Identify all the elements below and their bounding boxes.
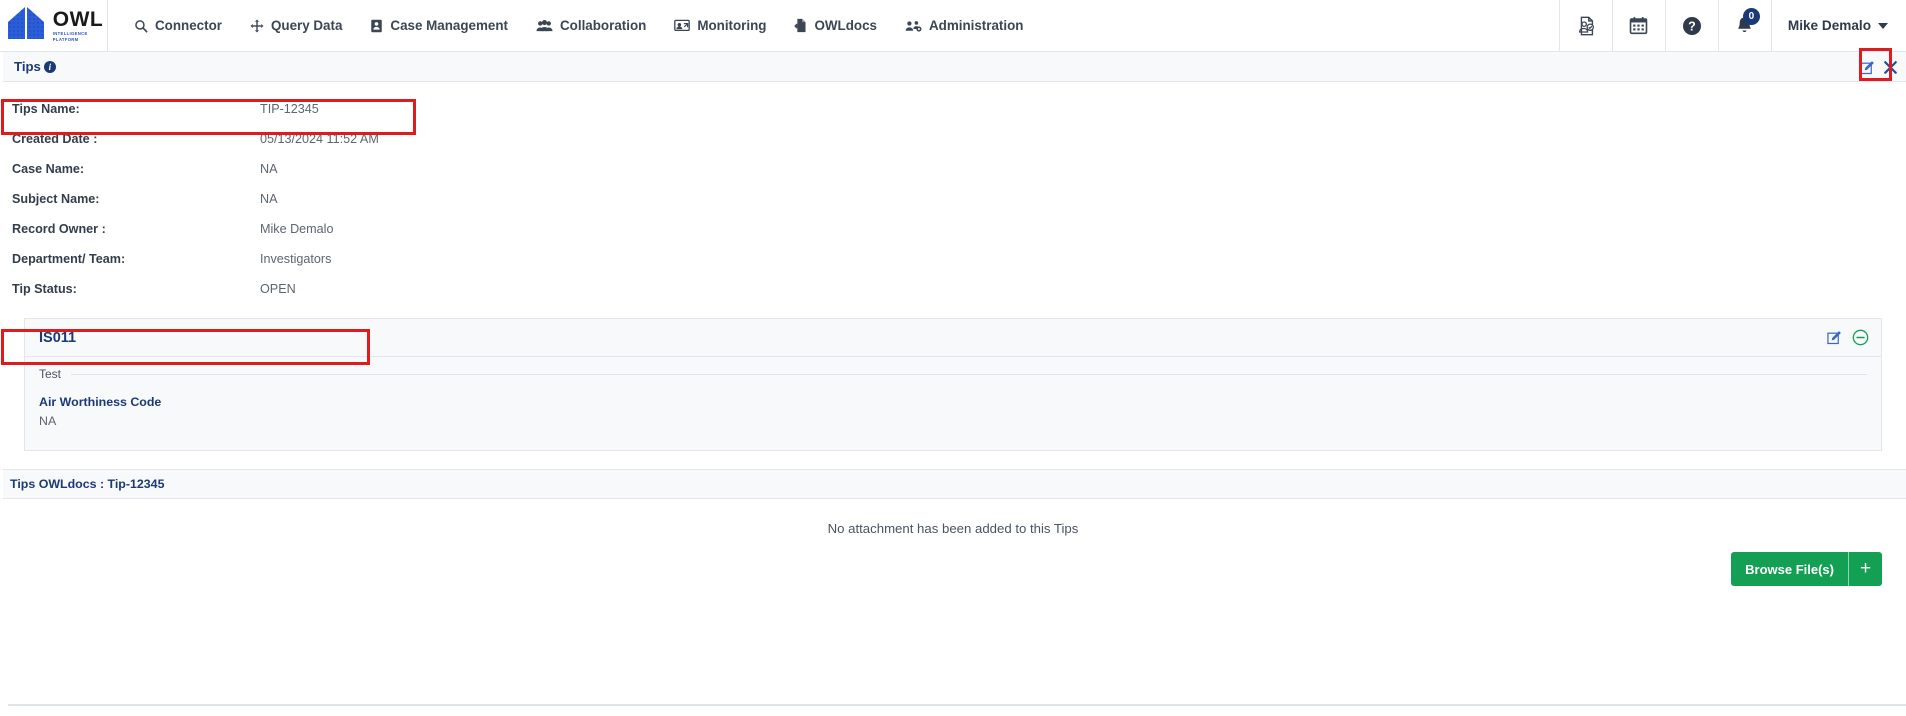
brand-tagline-2: PLATFORM <box>52 37 79 42</box>
search-icon <box>134 19 148 33</box>
owldocs-title[interactable]: Tips OWLdocs : Tip-12345 <box>10 477 164 491</box>
owldocs-section-header: Tips OWLdocs : Tip-12345 <box>0 469 1906 499</box>
field-row-record-owner: Record Owner : Mike Demalo <box>0 214 1906 244</box>
nav-item-collaboration[interactable]: Collaboration <box>522 0 660 52</box>
field-row-department-team: Department/ Team: Investigators <box>0 244 1906 274</box>
file-upload-icon <box>794 18 807 33</box>
field-value: Mike Demalo <box>260 222 334 236</box>
left-edge-strip <box>0 52 3 716</box>
field-label: Tips Name: <box>12 102 80 116</box>
brand-name: OWL <box>52 7 104 31</box>
field-row-created-date: Created Date : 05/13/2024 11:52 AM <box>0 124 1906 154</box>
nav-label: Case Management <box>390 18 509 33</box>
user-menu[interactable]: Mike Demalo <box>1770 0 1906 51</box>
nav-item-case-management[interactable]: Case Management <box>356 0 522 52</box>
svg-text:?: ? <box>1688 19 1696 33</box>
field-row-tips-name: Tips Name: TIP-12345 <box>0 94 1906 124</box>
move-arrows-icon <box>250 19 264 33</box>
chevron-down-icon <box>1878 22 1888 29</box>
field-value: NA <box>260 192 278 206</box>
field-label: Case Name: <box>12 162 85 176</box>
page-title: Tips i <box>14 59 56 74</box>
attribute-value: NA <box>39 414 57 428</box>
notification-bell-icon[interactable]: 0 <box>1717 0 1771 51</box>
field-value: 05/13/2024 11:52 AM <box>260 132 379 146</box>
brand-logo[interactable]: OWL INTELLIGENCE PLATFORM <box>0 0 108 51</box>
nav-item-monitoring[interactable]: Monitoring <box>660 0 780 52</box>
field-value: OPEN <box>260 282 296 296</box>
audit-report-icon[interactable] <box>1558 0 1612 51</box>
field-row-case-name: Case Name: NA <box>0 154 1906 184</box>
bottom-divider <box>8 704 1906 706</box>
nav-label: Collaboration <box>560 18 647 33</box>
nav-label: OWLdocs <box>814 18 877 33</box>
field-row-subject-name: Subject Name: NA <box>0 184 1906 214</box>
owl-building-logo-icon <box>4 5 48 46</box>
field-value: NA <box>260 162 278 176</box>
nav-item-connector[interactable]: Connector <box>120 0 236 52</box>
nav-item-owldocs[interactable]: OWLdocs <box>780 0 891 52</box>
tips-detail-page: OWL INTELLIGENCE PLATFORM Connector Quer… <box>0 0 1906 716</box>
attribute-name: Air Worthiness Code <box>39 395 162 409</box>
calendar-icon[interactable] <box>1611 0 1665 51</box>
card-header: IS011 <box>25 319 1881 357</box>
intelligence-source-card: IS011 Test Air Worthiness Code NA <box>24 318 1882 451</box>
field-label: Record Owner : <box>12 222 106 236</box>
minus-circle-icon[interactable] <box>1852 329 1869 346</box>
notification-count-badge: 0 <box>1742 8 1760 25</box>
plus-icon[interactable]: + <box>1848 552 1882 586</box>
help-circle-icon[interactable]: ? <box>1664 0 1718 51</box>
edit-tips-button[interactable] <box>1860 60 1875 75</box>
close-x-icon[interactable] <box>1883 60 1898 75</box>
info-circle-icon[interactable]: i <box>43 60 56 73</box>
field-label: Subject Name: <box>12 192 100 206</box>
nav-label: Query Data <box>270 18 343 33</box>
tips-title-text: Tips <box>14 59 41 74</box>
nav-item-administration[interactable]: Administration <box>891 0 1037 52</box>
card-title: IS011 <box>39 329 77 346</box>
nav-label: Administration <box>928 18 1024 33</box>
nav-menu: Connector Query Data Case Management Col… <box>108 0 1559 51</box>
top-navigation-bar: OWL INTELLIGENCE PLATFORM Connector Quer… <box>0 0 1906 52</box>
card-legend: Test <box>39 367 1867 381</box>
brand-tagline-1: INTELLIGENCE <box>52 30 88 36</box>
field-value: TIP-12345 <box>260 102 319 116</box>
users-icon <box>536 19 553 33</box>
admin-gear-users-icon <box>905 19 922 33</box>
browse-files-label: Browse File(s) <box>1745 561 1834 577</box>
field-label: Created Date : <box>12 132 98 146</box>
card-attribute: Air Worthiness Code NA <box>39 395 1867 428</box>
tips-detail-fields: Tips Name: TIP-12345 Created Date : 05/1… <box>0 82 1906 308</box>
nav-label: Monitoring <box>697 18 767 33</box>
card-legend-label: Test <box>39 367 62 381</box>
nav-item-query-data[interactable]: Query Data <box>236 0 356 52</box>
nav-right-actions: ? 0 Mike Demalo <box>1558 0 1906 51</box>
card-body: Test Air Worthiness Code NA <box>25 357 1881 450</box>
tips-header-bar: Tips i <box>0 52 1906 82</box>
user-name: Mike Demalo <box>1787 18 1871 33</box>
owldocs-empty-message: No attachment has been added to this Tip… <box>827 521 1079 536</box>
field-label: Tip Status: <box>12 282 77 296</box>
edit-card-button[interactable] <box>1827 330 1842 345</box>
monitor-user-icon <box>674 19 691 33</box>
legend-divider <box>71 373 1867 375</box>
browse-files-button[interactable]: Browse File(s) + <box>1731 552 1882 586</box>
nav-label: Connector <box>155 18 222 33</box>
field-label: Department/ Team: <box>12 252 126 266</box>
field-value: Investigators <box>260 252 332 266</box>
id-card-icon <box>370 19 383 33</box>
field-row-tip-status: Tip Status: OPEN <box>0 274 1906 304</box>
